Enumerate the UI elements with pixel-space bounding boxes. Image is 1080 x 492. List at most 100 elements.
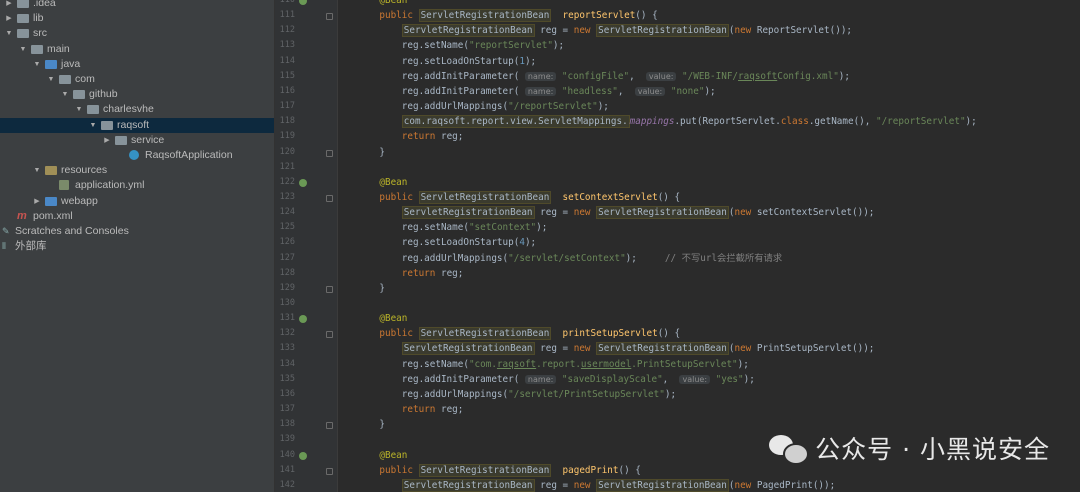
code-line[interactable]: reg.setLoadOnStartup(4);	[357, 235, 536, 250]
tree-item-github[interactable]: ▼ github	[0, 87, 274, 102]
tree-item-charlesvhe[interactable]: ▼ charlesvhe	[0, 102, 274, 117]
tree-item-label: com	[75, 73, 95, 85]
line-number: 129	[279, 282, 295, 293]
tree-item-src[interactable]: ▼ src	[0, 26, 274, 41]
chevron-right-icon[interactable]: ▶	[32, 194, 42, 209]
chevron-down-icon[interactable]: ▼	[46, 72, 56, 87]
tree-item-scratches-and-consoles[interactable]: ✎ Scratches and Consoles	[0, 224, 274, 239]
code-line[interactable]: ServletRegistrationBean reg = new Servle…	[357, 205, 874, 220]
code-line[interactable]: reg.setLoadOnStartup(1);	[357, 54, 536, 69]
tree-item-[interactable]: ⦀ 外部库	[0, 239, 274, 254]
line-number: 138	[279, 419, 295, 430]
line-number: 132	[279, 328, 295, 339]
code-line[interactable]: ServletRegistrationBean reg = new Servle…	[357, 23, 852, 38]
code-line[interactable]: reg.setName("setContext");	[357, 220, 548, 235]
tree-item-label: github	[89, 88, 118, 101]
tree-item-service[interactable]: ▶ service	[0, 133, 274, 148]
code-line[interactable]: reg.addUrlMappings("/servlet/PrintSetupS…	[357, 387, 676, 402]
line-number: 130	[279, 298, 295, 308]
code-line[interactable]: }	[357, 417, 385, 432]
tree-item-label: webapp	[61, 194, 98, 207]
editor-gutter: 110 111 112 113 114 115 116 117 118 119 120 121 122 1…	[275, 0, 338, 492]
line-number: 123	[279, 191, 295, 202]
code-line[interactable]: return reg;	[357, 266, 464, 281]
code-line[interactable]: @Bean	[357, 175, 407, 190]
code-line[interactable]: reg.addUrlMappings("/reportServlet");	[357, 99, 609, 114]
fold-marker-icon[interactable]	[326, 194, 333, 202]
tree-item-pom-xml[interactable]: m pom.xml	[0, 209, 274, 224]
code-line[interactable]: }	[357, 281, 385, 296]
fold-marker-icon[interactable]	[326, 422, 333, 430]
bean-gutter-icon[interactable]	[299, 178, 307, 187]
code-line[interactable]: reg.addInitParameter( name: "saveDisplay…	[357, 372, 755, 387]
bean-gutter-icon[interactable]	[299, 451, 307, 460]
line-number: 125	[279, 222, 295, 233]
tree-item-com[interactable]: ▼ com	[0, 72, 274, 87]
code-editor[interactable]: 110 111 112 113 114 115 116 117 118 119 120 121 122 1…	[275, 0, 1080, 492]
line-number: 117	[279, 101, 295, 112]
line-number: 137	[279, 404, 295, 415]
code-line[interactable]: reg.addInitParameter( name: "headless", …	[357, 84, 716, 99]
code-line[interactable]: reg.setName("com.raqsoft.report.usermode…	[357, 357, 749, 372]
tree-item-label: pom.xml	[33, 209, 73, 222]
code-line[interactable]: public ServletRegistrationBean reportSer…	[357, 8, 658, 23]
tree-item-label: application.yml	[75, 179, 145, 192]
chevron-down-icon[interactable]: ▼	[18, 42, 28, 57]
line-number: 121	[279, 161, 295, 172]
tree-item-lib[interactable]: ▶ lib	[0, 11, 274, 26]
code-line[interactable]: public ServletRegistrationBean setContex…	[357, 190, 680, 205]
tree-item-webapp[interactable]: ▶ webapp	[0, 194, 274, 209]
code-line[interactable]: @Bean	[357, 448, 407, 463]
code-line[interactable]: ServletRegistrationBean reg = new Servle…	[357, 341, 874, 356]
tree-item-java[interactable]: ▼ java	[0, 57, 274, 72]
folder-icon	[17, 29, 29, 39]
yaml-file-icon	[59, 180, 69, 191]
code-line[interactable]: return reg;	[357, 402, 464, 417]
tree-item-raqsoftapplication[interactable]: RaqsoftApplication	[0, 148, 274, 163]
chevron-down-icon[interactable]: ▼	[4, 26, 14, 41]
chevron-right-icon[interactable]: ▶	[102, 133, 112, 148]
fold-marker-icon[interactable]	[326, 285, 333, 293]
line-number: 111	[279, 10, 295, 21]
line-number: 119	[279, 131, 295, 142]
line-number: 141	[279, 464, 295, 475]
chevron-down-icon[interactable]: ▼	[88, 118, 98, 133]
bean-gutter-icon[interactable]	[299, 315, 307, 324]
code-line[interactable]: ServletRegistrationBean reg = new Servle…	[357, 478, 835, 492]
code-line[interactable]: public ServletRegistrationBean printSetu…	[357, 326, 680, 341]
line-number: 124	[279, 207, 295, 218]
tree-item-application-yml[interactable]: application.yml	[0, 178, 274, 193]
fold-marker-icon[interactable]	[326, 331, 333, 339]
line-number: 139	[279, 434, 295, 445]
tree-item-idea[interactable]: ▶ .idea	[0, 0, 274, 11]
line-number: 115	[279, 70, 295, 81]
code-line[interactable]: public ServletRegistrationBean pagedPrin…	[357, 463, 641, 478]
fold-marker-icon[interactable]	[326, 149, 333, 157]
fold-marker-icon[interactable]	[326, 13, 333, 21]
line-number: 122	[279, 176, 295, 187]
tree-item-main[interactable]: ▼ main	[0, 42, 274, 57]
web-folder-icon	[45, 196, 57, 206]
bean-gutter-icon[interactable]	[299, 0, 307, 5]
line-number: 127	[279, 252, 295, 263]
chevron-down-icon[interactable]: ▼	[60, 87, 70, 102]
tree-item-raqsoft[interactable]: ▼ raqsoft	[0, 117, 274, 133]
chevron-right-icon[interactable]: ▶	[4, 11, 14, 26]
chevron-down-icon[interactable]: ▼	[32, 163, 42, 178]
code-line[interactable]: @Bean	[357, 311, 407, 326]
chevron-down-icon[interactable]: ▼	[32, 57, 42, 72]
code-line[interactable]: return reg;	[357, 129, 464, 144]
code-line[interactable]: reg.addInitParameter( name: "configFile"…	[357, 69, 850, 84]
spring-boot-class-icon	[129, 150, 139, 160]
tree-item-resources[interactable]: ▼ resources	[0, 163, 274, 178]
fold-marker-icon[interactable]	[326, 467, 333, 475]
chevron-down-icon[interactable]: ▼	[74, 102, 84, 117]
code-line[interactable]: @Bean	[357, 0, 407, 8]
code-line[interactable]: com.raqsoft.report.view.ServletMappings.…	[357, 114, 977, 129]
package-icon	[59, 75, 71, 84]
code-line[interactable]: }	[357, 145, 385, 160]
source-folder-icon	[45, 59, 57, 69]
chevron-right-icon[interactable]: ▶	[4, 0, 14, 11]
code-line[interactable]: reg.setName("reportServlet");	[357, 38, 564, 53]
code-line[interactable]: reg.addUrlMappings("/servlet/setContext"…	[357, 251, 782, 266]
